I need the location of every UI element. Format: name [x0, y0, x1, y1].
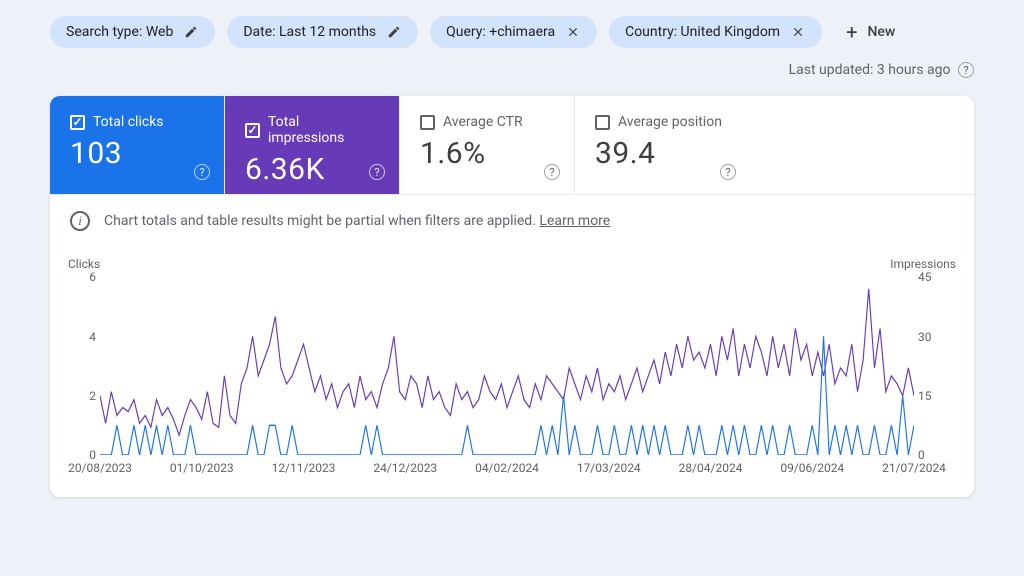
metric-total-impressions[interactable]: Total impressions 6.36K ? [225, 96, 400, 194]
plus-icon: + [846, 20, 857, 44]
x-tick: 20/08/2023 [68, 461, 132, 475]
help-icon[interactable]: ? [958, 62, 974, 78]
metric-value: 1.6% [420, 136, 554, 171]
metric-label: Average CTR [443, 114, 523, 130]
checkbox-icon [420, 115, 435, 130]
impressions-line [100, 289, 914, 435]
metric-average-position[interactable]: Average position 39.4 ? [575, 96, 750, 194]
x-tick: 09/06/2024 [780, 461, 844, 475]
y-tick-right: 30 [918, 330, 942, 344]
filter-bar: Search type: Web Date: Last 12 months Qu… [50, 12, 974, 52]
filter-chip-label: Search type: Web [66, 24, 173, 40]
filter-chip-label: Date: Last 12 months [243, 24, 376, 40]
new-filter-button[interactable]: + New [834, 12, 907, 52]
filter-chip-date[interactable]: Date: Last 12 months [227, 16, 418, 48]
x-tick: 12/11/2023 [272, 461, 336, 475]
y-tick-right: 45 [918, 270, 942, 284]
close-icon[interactable] [565, 24, 581, 40]
checkbox-icon [245, 123, 260, 138]
info-text: Chart totals and table results might be … [104, 213, 536, 229]
metric-label: Total clicks [93, 114, 164, 130]
metric-total-clicks[interactable]: Total clicks 103 ? [50, 96, 225, 194]
learn-more-link[interactable]: Learn more [539, 213, 610, 229]
last-updated: Last updated: 3 hours ago ? [50, 62, 974, 78]
y-tick-left: 4 [80, 330, 96, 344]
pencil-icon[interactable] [386, 24, 402, 40]
y-tick-right: 0 [918, 448, 942, 462]
filter-chip-query[interactable]: Query: +chimaera [430, 16, 597, 48]
metric-label: Total impressions [268, 114, 379, 146]
y-tick-right: 15 [918, 389, 942, 403]
checkbox-icon [595, 115, 610, 130]
partial-data-notice: i Chart totals and table results might b… [50, 194, 974, 247]
x-tick: 01/10/2023 [170, 461, 234, 475]
y-tick-left: 6 [80, 270, 96, 284]
close-icon[interactable] [790, 24, 806, 40]
chart-container: Clicks Impressions 0246015304520/08/2023… [50, 247, 974, 497]
last-updated-text: Last updated: 3 hours ago [789, 62, 951, 78]
help-icon[interactable]: ? [194, 164, 210, 180]
filter-chip-country[interactable]: Country: United Kingdom [609, 16, 822, 48]
checkbox-icon [70, 115, 85, 130]
y-tick-left: 0 [80, 448, 96, 462]
x-tick: 04/02/2024 [475, 461, 539, 475]
filter-chip-label: Query: +chimaera [446, 24, 555, 40]
y-axis-right-label: Impressions [890, 257, 956, 271]
help-icon[interactable]: ? [369, 164, 385, 180]
x-tick: 28/04/2024 [679, 461, 743, 475]
help-icon[interactable]: ? [544, 164, 560, 180]
performance-card: Total clicks 103 ? Total impressions 6.3… [50, 96, 974, 497]
x-tick: 24/12/2023 [373, 461, 437, 475]
info-icon: i [70, 211, 90, 231]
x-tick: 17/03/2024 [577, 461, 641, 475]
metric-average-ctr[interactable]: Average CTR 1.6% ? [400, 96, 575, 194]
metric-value: 6.36K [245, 152, 379, 187]
help-icon[interactable]: ? [720, 164, 736, 180]
y-tick-left: 2 [80, 389, 96, 403]
metric-value: 103 [70, 136, 204, 171]
metrics-row: Total clicks 103 ? Total impressions 6.3… [50, 96, 974, 194]
plot-area: 0246015304520/08/202301/10/202312/11/202… [100, 277, 914, 455]
filter-chip-search-type[interactable]: Search type: Web [50, 16, 215, 48]
metric-label: Average position [618, 114, 722, 130]
metric-value: 39.4 [595, 136, 730, 171]
pencil-icon[interactable] [183, 24, 199, 40]
filter-chip-label: Country: United Kingdom [625, 24, 780, 40]
x-tick: 21/07/2024 [882, 461, 946, 475]
new-filter-label: New [867, 24, 895, 40]
y-axis-left-label: Clicks [68, 257, 100, 271]
